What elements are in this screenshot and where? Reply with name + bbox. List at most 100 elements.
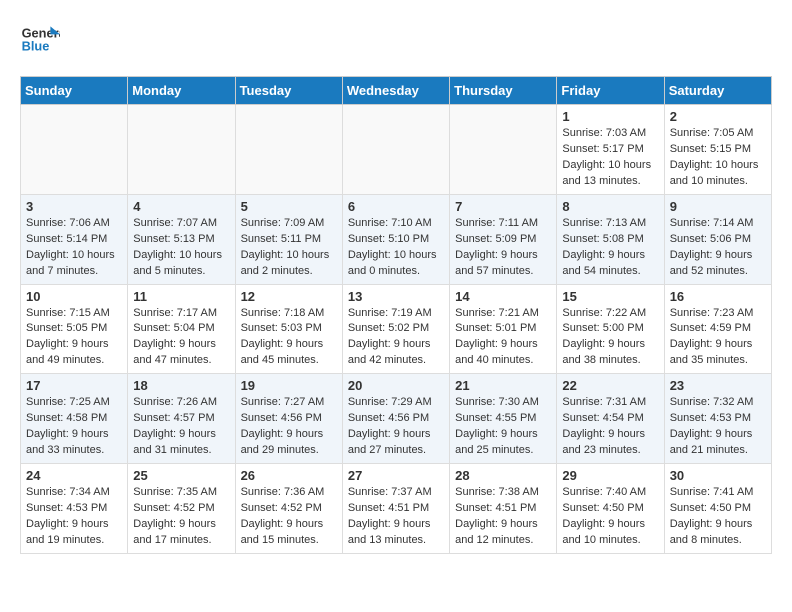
day-number: 22 [562, 378, 658, 393]
calendar-day-cell: 29 Sunrise: 7:40 AM Sunset: 4:50 PM Dayli… [557, 464, 664, 554]
day-info: Sunrise: 7:29 AM Sunset: 4:56 PM Dayligh… [348, 395, 444, 459]
calendar-day-cell: 18Sunrise: 7:26 AM Sunset: 4:57 PM Dayli… [128, 374, 235, 464]
day-number: 21 [455, 378, 551, 393]
day-number: 15 [562, 289, 658, 304]
day-info: Sunrise: 7:34 AM Sunset: 4:53 PM Dayligh… [26, 485, 122, 549]
day-info: Sunrise: 7:17 AM Sunset: 5:04 PM Dayligh… [133, 306, 229, 370]
day-info: Sunrise: 7:23 AM Sunset: 4:59 PM Dayligh… [670, 306, 766, 370]
day-info: Sunrise: 7:07 AM Sunset: 5:13 PM Dayligh… [133, 216, 229, 280]
calendar-day-cell: 26 Sunrise: 7:36 AM Sunset: 4:52 PM Dayli… [235, 464, 342, 554]
day-info: Sunrise: 7:35 AM Sunset: 4:52 PM Dayligh… [133, 485, 229, 549]
calendar-day-cell: 9 Sunrise: 7:14 AM Sunset: 5:06 PM Daylig… [664, 194, 771, 284]
weekday-header-monday: Monday [128, 77, 235, 105]
calendar-day-cell: 5 Sunrise: 7:09 AM Sunset: 5:11 PM Daylig… [235, 194, 342, 284]
calendar-day-cell: 23Sunrise: 7:32 AM Sunset: 4:53 PM Dayli… [664, 374, 771, 464]
day-number: 14 [455, 289, 551, 304]
calendar-empty-cell [235, 105, 342, 195]
day-info: Sunrise: 7:32 AM Sunset: 4:53 PM Dayligh… [670, 395, 766, 459]
weekday-header-tuesday: Tuesday [235, 77, 342, 105]
day-number: 13 [348, 289, 444, 304]
day-info: Sunrise: 7:38 AM Sunset: 4:51 PM Dayligh… [455, 485, 551, 549]
calendar-day-cell: 21Sunrise: 7:30 AM Sunset: 4:55 PM Dayli… [450, 374, 557, 464]
day-info: Sunrise: 7:11 AM Sunset: 5:09 PM Dayligh… [455, 216, 551, 280]
day-number: 29 [562, 468, 658, 483]
calendar-day-cell: 15 Sunrise: 7:22 AM Sunset: 5:00 PM Dayli… [557, 284, 664, 374]
day-number: 30 [670, 468, 766, 483]
logo: General Blue [20, 20, 60, 60]
day-info: Sunrise: 7:40 AM Sunset: 4:50 PM Dayligh… [562, 485, 658, 549]
day-info: Sunrise: 7:10 AM Sunset: 5:10 PM Dayligh… [348, 216, 444, 280]
calendar-empty-cell [128, 105, 235, 195]
day-number: 5 [241, 199, 337, 214]
day-number: 10 [26, 289, 122, 304]
calendar-day-cell: 1 Sunrise: 7:03 AM Sunset: 5:17 PM Daylig… [557, 105, 664, 195]
calendar-day-cell: 17 Sunrise: 7:25 AM Sunset: 4:58 PM Dayli… [21, 374, 128, 464]
day-number: 26 [241, 468, 337, 483]
day-info: Sunrise: 7:09 AM Sunset: 5:11 PM Dayligh… [241, 216, 337, 280]
calendar-day-cell: 30 Sunrise: 7:41 AM Sunset: 4:50 PM Dayli… [664, 464, 771, 554]
calendar-table: SundayMondayTuesdayWednesdayThursdayFrid… [20, 76, 772, 554]
calendar-week-row: 3 Sunrise: 7:06 AM Sunset: 5:14 PM Daylig… [21, 194, 772, 284]
day-number: 6 [348, 199, 444, 214]
calendar-day-cell: 12Sunrise: 7:18 AM Sunset: 5:03 PM Dayli… [235, 284, 342, 374]
calendar-day-cell: 6 Sunrise: 7:10 AM Sunset: 5:10 PM Daylig… [342, 194, 449, 284]
calendar-day-cell: 28Sunrise: 7:38 AM Sunset: 4:51 PM Dayli… [450, 464, 557, 554]
day-info: Sunrise: 7:13 AM Sunset: 5:08 PM Dayligh… [562, 216, 658, 280]
day-number: 12 [241, 289, 337, 304]
calendar-week-row: 24Sunrise: 7:34 AM Sunset: 4:53 PM Dayli… [21, 464, 772, 554]
day-number: 3 [26, 199, 122, 214]
day-number: 20 [348, 378, 444, 393]
calendar-day-cell: 7 Sunrise: 7:11 AM Sunset: 5:09 PM Daylig… [450, 194, 557, 284]
day-info: Sunrise: 7:26 AM Sunset: 4:57 PM Dayligh… [133, 395, 229, 459]
day-info: Sunrise: 7:31 AM Sunset: 4:54 PM Dayligh… [562, 395, 658, 459]
weekday-header-sunday: Sunday [21, 77, 128, 105]
day-info: Sunrise: 7:22 AM Sunset: 5:00 PM Dayligh… [562, 306, 658, 370]
calendar-day-cell: 14 Sunrise: 7:21 AM Sunset: 5:01 PM Dayli… [450, 284, 557, 374]
day-number: 11 [133, 289, 229, 304]
calendar-week-row: 10 Sunrise: 7:15 AM Sunset: 5:05 PM Dayli… [21, 284, 772, 374]
calendar-empty-cell [450, 105, 557, 195]
day-number: 9 [670, 199, 766, 214]
page-header: General Blue [20, 20, 772, 60]
day-info: Sunrise: 7:21 AM Sunset: 5:01 PM Dayligh… [455, 306, 551, 370]
day-number: 4 [133, 199, 229, 214]
calendar-day-cell: 10 Sunrise: 7:15 AM Sunset: 5:05 PM Dayli… [21, 284, 128, 374]
weekday-header-friday: Friday [557, 77, 664, 105]
weekday-header-row: SundayMondayTuesdayWednesdayThursdayFrid… [21, 77, 772, 105]
day-number: 2 [670, 109, 766, 124]
calendar-empty-cell [21, 105, 128, 195]
day-number: 1 [562, 109, 658, 124]
day-info: Sunrise: 7:03 AM Sunset: 5:17 PM Dayligh… [562, 126, 658, 190]
day-number: 25 [133, 468, 229, 483]
day-info: Sunrise: 7:19 AM Sunset: 5:02 PM Dayligh… [348, 306, 444, 370]
weekday-header-thursday: Thursday [450, 77, 557, 105]
day-info: Sunrise: 7:15 AM Sunset: 5:05 PM Dayligh… [26, 306, 122, 370]
calendar-day-cell: 3 Sunrise: 7:06 AM Sunset: 5:14 PM Daylig… [21, 194, 128, 284]
calendar-day-cell: 25 Sunrise: 7:35 AM Sunset: 4:52 PM Dayli… [128, 464, 235, 554]
day-info: Sunrise: 7:41 AM Sunset: 4:50 PM Dayligh… [670, 485, 766, 549]
calendar-day-cell: 19Sunrise: 7:27 AM Sunset: 4:56 PM Dayli… [235, 374, 342, 464]
day-number: 8 [562, 199, 658, 214]
day-number: 16 [670, 289, 766, 304]
day-number: 17 [26, 378, 122, 393]
weekday-header-saturday: Saturday [664, 77, 771, 105]
calendar-day-cell: 4 Sunrise: 7:07 AM Sunset: 5:13 PM Daylig… [128, 194, 235, 284]
day-info: Sunrise: 7:06 AM Sunset: 5:14 PM Dayligh… [26, 216, 122, 280]
day-info: Sunrise: 7:25 AM Sunset: 4:58 PM Dayligh… [26, 395, 122, 459]
calendar-day-cell: 11 Sunrise: 7:17 AM Sunset: 5:04 PM Dayli… [128, 284, 235, 374]
day-number: 19 [241, 378, 337, 393]
calendar-day-cell: 20 Sunrise: 7:29 AM Sunset: 4:56 PM Dayli… [342, 374, 449, 464]
day-info: Sunrise: 7:14 AM Sunset: 5:06 PM Dayligh… [670, 216, 766, 280]
calendar-day-cell: 27Sunrise: 7:37 AM Sunset: 4:51 PM Dayli… [342, 464, 449, 554]
calendar-day-cell: 22 Sunrise: 7:31 AM Sunset: 4:54 PM Dayli… [557, 374, 664, 464]
day-info: Sunrise: 7:36 AM Sunset: 4:52 PM Dayligh… [241, 485, 337, 549]
calendar-week-row: 17 Sunrise: 7:25 AM Sunset: 4:58 PM Dayli… [21, 374, 772, 464]
day-info: Sunrise: 7:37 AM Sunset: 4:51 PM Dayligh… [348, 485, 444, 549]
weekday-header-wednesday: Wednesday [342, 77, 449, 105]
svg-text:Blue: Blue [22, 38, 50, 53]
calendar-day-cell: 24Sunrise: 7:34 AM Sunset: 4:53 PM Dayli… [21, 464, 128, 554]
day-number: 7 [455, 199, 551, 214]
calendar-day-cell: 13 Sunrise: 7:19 AM Sunset: 5:02 PM Dayli… [342, 284, 449, 374]
calendar-day-cell: 2Sunrise: 7:05 AM Sunset: 5:15 PM Daylig… [664, 105, 771, 195]
calendar-empty-cell [342, 105, 449, 195]
